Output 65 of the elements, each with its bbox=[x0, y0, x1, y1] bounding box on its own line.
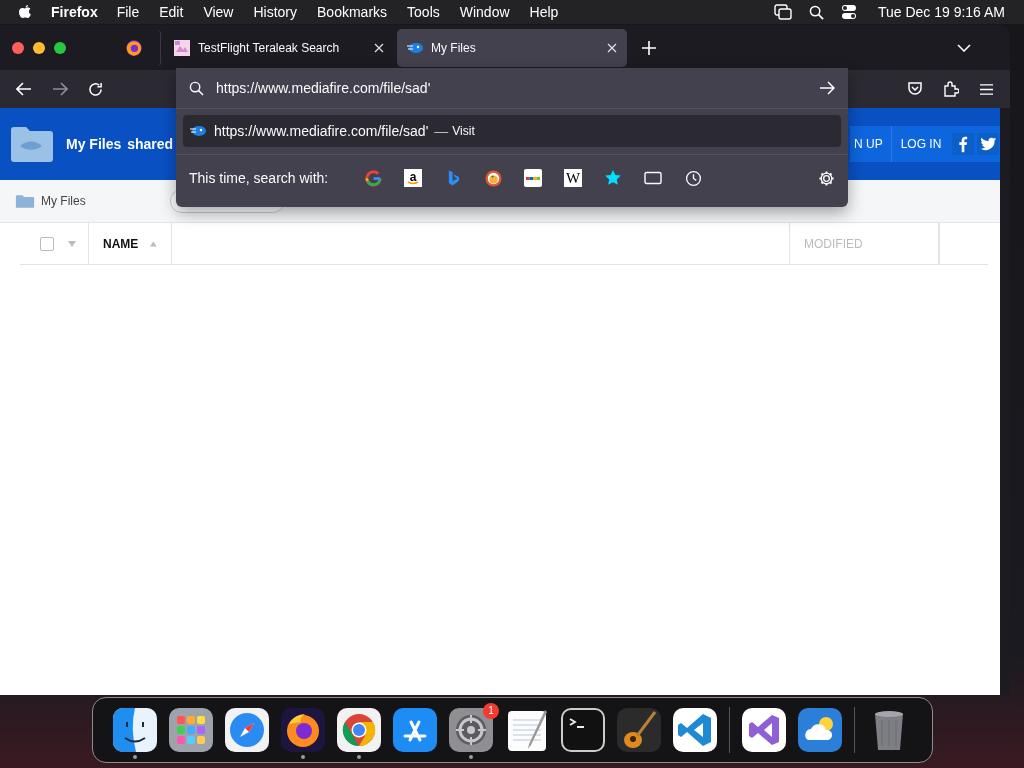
menu-item[interactable]: Window bbox=[459, 4, 510, 20]
toggles-icon[interactable] bbox=[840, 4, 857, 20]
close-window-button[interactable] bbox=[12, 41, 24, 54]
breadcrumb[interactable]: My Files bbox=[41, 194, 86, 208]
facebook-icon[interactable] bbox=[952, 133, 975, 155]
reload-icon[interactable] bbox=[88, 81, 103, 97]
windows-icon[interactable] bbox=[773, 4, 792, 20]
checkbox[interactable] bbox=[40, 236, 54, 251]
menu-item[interactable]: Firefox bbox=[51, 4, 98, 20]
menu-item[interactable]: Help bbox=[529, 4, 559, 20]
compass-icon[interactable] bbox=[225, 707, 269, 752]
code-editor-icon[interactable] bbox=[673, 707, 717, 752]
thumbnail-icon bbox=[174, 39, 190, 56]
fish-icon bbox=[190, 125, 206, 137]
pocket-icon[interactable] bbox=[907, 81, 923, 97]
minimize-button[interactable] bbox=[33, 41, 45, 54]
search-with-label: This time, search with: bbox=[189, 170, 330, 186]
clock[interactable]: Tue Dec 19 9:16 AM bbox=[877, 4, 1005, 20]
close-icon[interactable] bbox=[607, 42, 617, 53]
smiley-face-icon[interactable] bbox=[113, 707, 157, 752]
cloud-sun-icon[interactable] bbox=[798, 707, 842, 752]
close-icon[interactable] bbox=[374, 42, 384, 53]
back-arrow-icon[interactable] bbox=[16, 82, 32, 96]
menu-item[interactable]: Edit bbox=[159, 4, 184, 20]
color-ring-icon[interactable] bbox=[337, 707, 381, 752]
menu-item[interactable]: History bbox=[253, 4, 298, 20]
bird-icon[interactable] bbox=[977, 133, 1000, 155]
smile-logo[interactable]: a bbox=[393, 169, 433, 187]
apple-icon[interactable] bbox=[18, 4, 32, 20]
notification-badge: 1 bbox=[483, 702, 499, 719]
search-icon[interactable] bbox=[808, 4, 824, 20]
chevron-down-icon[interactable] bbox=[957, 43, 971, 52]
app-grid-icon[interactable] bbox=[169, 707, 213, 752]
terminal-icon[interactable] bbox=[561, 707, 605, 752]
nav-link[interactable]: My Files bbox=[66, 136, 122, 152]
auth-link[interactable]: LOG IN bbox=[900, 126, 950, 162]
fish-icon bbox=[407, 41, 423, 54]
puzzle-icon[interactable] bbox=[943, 81, 959, 97]
search-icon bbox=[189, 80, 204, 96]
menu-item[interactable]: Tools bbox=[407, 4, 440, 20]
store-icon[interactable] bbox=[393, 707, 437, 752]
menu-icon[interactable] bbox=[979, 82, 994, 96]
forward-arrow-icon[interactable] bbox=[52, 82, 68, 96]
menu-item[interactable]: View bbox=[203, 4, 234, 20]
new-tab-icon[interactable] bbox=[642, 40, 656, 55]
suggestion-row[interactable]: https://www.mediafire.com/file/sad' — Visit bbox=[183, 115, 841, 147]
go-arrow-icon[interactable] bbox=[819, 81, 835, 95]
auth-link[interactable]: N UP bbox=[854, 126, 892, 162]
flame-globe-icon[interactable] bbox=[281, 707, 325, 752]
nav-link[interactable]: shared bbox=[127, 136, 174, 152]
gear-icon[interactable] bbox=[449, 707, 493, 752]
menu-item[interactable]: Bookmarks bbox=[317, 4, 388, 20]
folder-icon bbox=[15, 193, 35, 209]
notepad-icon[interactable] bbox=[505, 707, 549, 752]
column-header[interactable]: NAME bbox=[103, 236, 139, 251]
browser-tab[interactable]: TestFlight Teraleak Search bbox=[164, 28, 394, 67]
flame-globe-icon bbox=[125, 38, 143, 57]
ribbon-icon[interactable] bbox=[742, 707, 786, 752]
menu-item[interactable]: File bbox=[116, 4, 140, 20]
zoom-button[interactable] bbox=[54, 41, 66, 54]
settings-icon[interactable] bbox=[818, 169, 835, 187]
folder-icon[interactable] bbox=[10, 126, 54, 162]
guitar-icon[interactable] bbox=[617, 707, 661, 752]
w-logo[interactable]: W bbox=[553, 169, 593, 187]
browser-tab[interactable]: My Files bbox=[397, 28, 627, 67]
